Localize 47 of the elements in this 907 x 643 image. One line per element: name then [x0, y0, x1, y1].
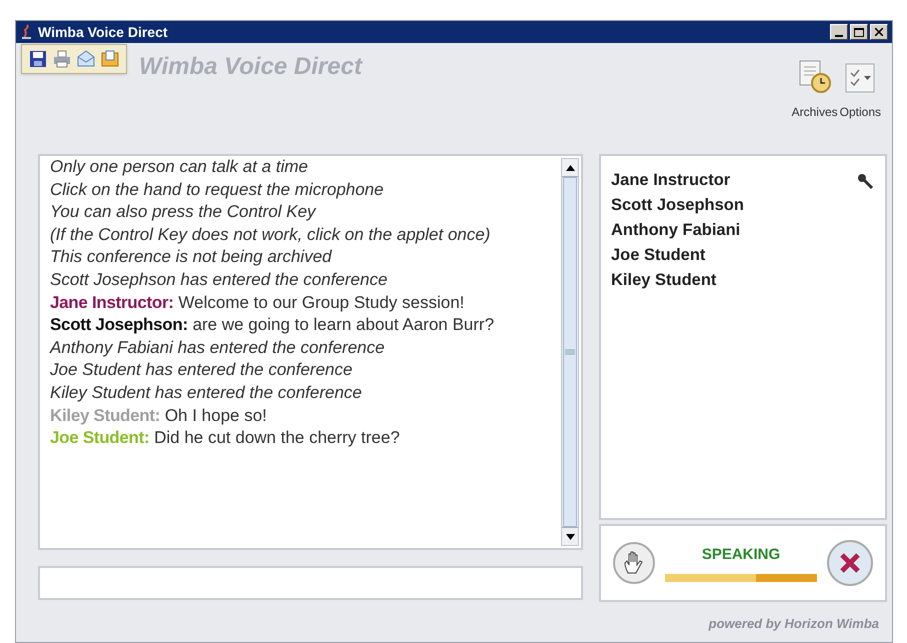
cross-icon — [839, 552, 861, 574]
close-icon — [875, 28, 883, 36]
chat-message: Joe Student: Did he cut down the cherry tree? — [50, 427, 401, 450]
envelope-icon[interactable] — [77, 50, 95, 68]
clock-document-icon — [798, 59, 832, 93]
maximize-icon — [854, 28, 864, 36]
powered-by-text: powered by Horizon Wimba — [708, 615, 879, 633]
chat-message: Jane Instructor: Welcome to our Group Study session! — [50, 292, 466, 314]
chat-message: Kiley Student: Oh I hope so! — [50, 404, 268, 427]
system-message: You can also press the Control Key — [50, 201, 318, 224]
java-icon — [20, 24, 34, 40]
maximize-button[interactable] — [850, 24, 868, 40]
save-icon[interactable] — [29, 50, 47, 68]
message-input[interactable] — [38, 566, 583, 600]
system-message: Scott Josephson has entered the conference — [50, 268, 388, 291]
participant-name[interactable]: Joe Student — [611, 243, 706, 268]
participant-name[interactable]: Scott Josephson — [611, 193, 744, 218]
scroll-up-arrow-icon[interactable] — [566, 164, 574, 170]
system-message: (If the Control Key does not work, click on the applet once) — [50, 224, 492, 246]
close-button[interactable] — [870, 24, 888, 40]
raise-hand-button[interactable] — [613, 542, 655, 584]
minimize-button[interactable] — [830, 24, 848, 40]
system-message: Kiley Student has entered the conference — [50, 382, 363, 404]
logo-text: Wimba Voice Direct — [139, 52, 362, 82]
scroll-down-arrow-icon[interactable] — [566, 534, 574, 540]
chat-message: Scott Josephson: are we going to learn about Aaron Burr? — [50, 314, 496, 336]
scrollbar[interactable] — [561, 158, 579, 546]
grip-icon[interactable] — [565, 349, 575, 355]
system-message: Anthony Fabiani has entered the conference — [50, 336, 386, 359]
system-message: Click on the hand to request the microphone — [50, 178, 385, 201]
options-button[interactable]: Options — [840, 57, 881, 121]
microphone-icon — [857, 172, 873, 188]
participant-name[interactable]: Jane Instructor — [611, 168, 730, 193]
participant-name[interactable]: Anthony Fabiani — [611, 218, 740, 243]
checklist-icon — [845, 63, 876, 93]
system-message: Only one person can talk at a time — [50, 156, 309, 178]
participant-name[interactable]: Kiley Student — [611, 268, 716, 293]
speaking-status: SPEAKING — [702, 544, 780, 565]
system-message: Joe Student has entered the conference — [50, 359, 354, 382]
document-icon[interactable] — [101, 50, 119, 68]
minimize-icon — [835, 35, 843, 37]
archives-button[interactable]: Archives — [792, 57, 838, 121]
printer-icon[interactable] — [53, 50, 71, 68]
hand-icon — [623, 551, 645, 575]
window-title: Wimba Voice Direct — [38, 22, 168, 42]
hang-up-button[interactable] — [827, 540, 873, 586]
system-message: This conference is not being archived — [50, 246, 333, 268]
